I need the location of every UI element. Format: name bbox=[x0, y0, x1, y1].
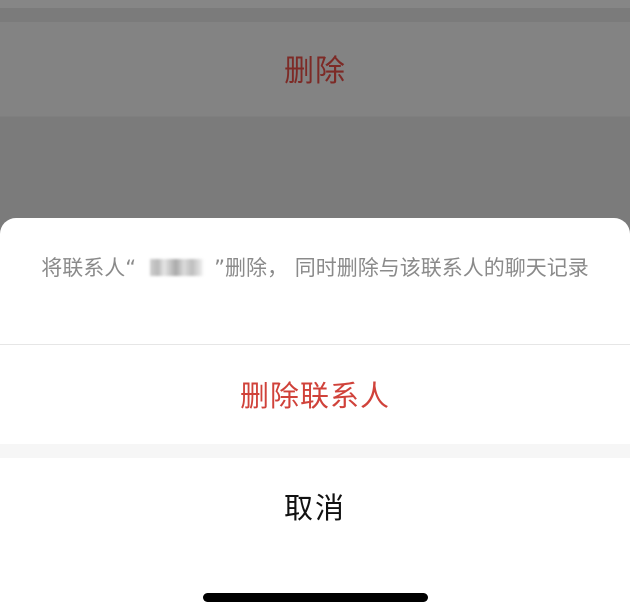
blurred-contact-name bbox=[140, 259, 211, 276]
background-delete-label: 删除 bbox=[284, 54, 346, 89]
home-indicator bbox=[203, 593, 428, 602]
background-top-strip bbox=[0, 0, 630, 8]
delete-contact-label: 删除联系人 bbox=[239, 379, 390, 413]
sheet-section-gap bbox=[0, 444, 630, 458]
background-delete-row: 删除 bbox=[0, 22, 630, 116]
cancel-button[interactable]: 取消 bbox=[0, 458, 630, 553]
message-prefix: 将联系人 bbox=[41, 256, 126, 280]
background-divider bbox=[0, 116, 630, 117]
action-sheet: 将联系人“ ”删除， 同时删除与该联系人的聊天记录 删除联系人 取消 bbox=[0, 218, 630, 616]
delete-contact-button[interactable]: 删除联系人 bbox=[0, 345, 630, 443]
message-close-quote: ” bbox=[214, 256, 226, 280]
sheet-message: 将联系人“ ”删除， 同时删除与该联系人的聊天记录 bbox=[28, 254, 602, 283]
cancel-label: 取消 bbox=[283, 490, 346, 525]
message-suffix: 删除， 同时删除与该联系人的聊天记录 bbox=[225, 256, 589, 280]
message-open-quote: “ bbox=[125, 256, 137, 280]
